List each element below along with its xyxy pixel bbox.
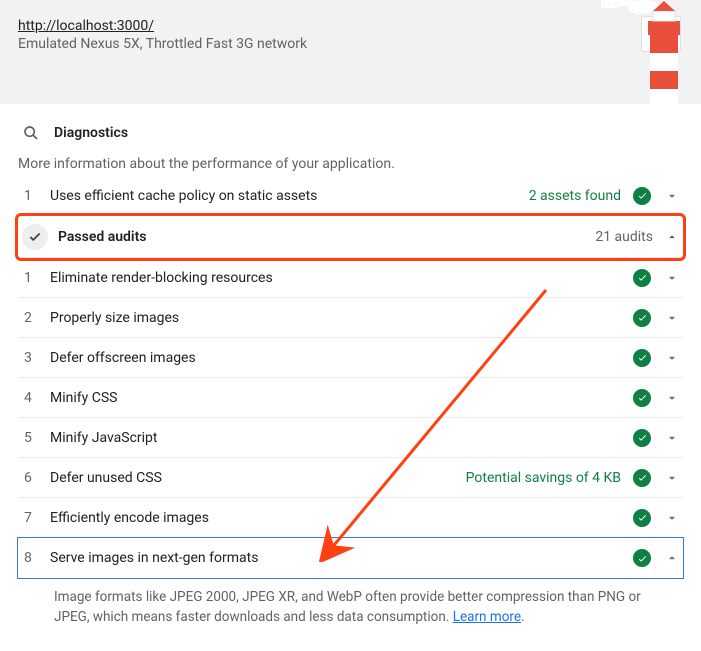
item-index: 7 [22, 510, 50, 526]
checkmark-icon [22, 224, 48, 250]
passed-item[interactable]: 5 Minify JavaScript [18, 418, 683, 458]
report-header: http://localhost:3000/ Emulated Nexus 5X… [0, 0, 701, 104]
pass-check-icon [633, 349, 651, 367]
item-label: Serve images in next-gen formats [50, 550, 633, 566]
chevron-down-icon [665, 511, 679, 525]
magnifier-icon [18, 120, 44, 146]
share-icon [652, 25, 670, 43]
pass-check-icon [633, 309, 651, 327]
item-label: Properly size images [50, 310, 633, 326]
passed-item-expanded[interactable]: 8 Serve images in next-gen formats [18, 538, 683, 578]
chevron-up-icon [665, 551, 679, 565]
pass-check-icon [633, 469, 651, 487]
passed-item[interactable]: 1 Eliminate render-blocking resources [18, 258, 683, 298]
item-extra: Potential savings of 4 KB [466, 470, 621, 486]
item-label: Defer unused CSS [50, 470, 466, 486]
passed-item[interactable]: 3 Defer offscreen images [18, 338, 683, 378]
chevron-down-icon [665, 311, 679, 325]
item-index: 1 [22, 188, 50, 204]
passed-audits-count: 21 audits [595, 229, 653, 245]
passed-item[interactable]: 2 Properly size images [18, 298, 683, 338]
audit-detail-description: Image formats like JPEG 2000, JPEG XR, a… [18, 578, 683, 637]
passed-audits-title: Passed audits [58, 229, 595, 245]
diagnostics-subtitle: More information about the performance o… [18, 156, 683, 172]
pass-check-icon [633, 269, 651, 287]
passed-item[interactable]: 6 Defer unused CSS Potential savings of … [18, 458, 683, 498]
learn-more-link[interactable]: Learn more [453, 609, 521, 625]
item-label: Uses efficient cache policy on static as… [50, 188, 529, 204]
passed-audits-header[interactable]: Passed audits 21 audits [18, 216, 683, 258]
tested-url[interactable]: http://localhost:3000/ [18, 18, 683, 34]
item-label: Eliminate render-blocking resources [50, 270, 633, 286]
pass-check-icon [633, 187, 651, 205]
item-label: Defer offscreen images [50, 350, 633, 366]
item-index: 1 [22, 270, 50, 286]
pass-check-icon [633, 549, 651, 567]
pass-check-icon [633, 389, 651, 407]
item-index: 2 [22, 310, 50, 326]
pass-check-icon [633, 429, 651, 447]
diagnostics-header: Diagnostics [18, 104, 683, 152]
chevron-down-icon [665, 271, 679, 285]
item-index: 5 [22, 430, 50, 446]
passed-item[interactable]: 4 Minify CSS [18, 378, 683, 418]
diagnostics-section: Diagnostics More information about the p… [0, 104, 701, 647]
item-index: 6 [22, 470, 50, 486]
detail-text: Image formats like JPEG 2000, JPEG XR, a… [54, 589, 641, 625]
item-index: 3 [22, 350, 50, 366]
item-index: 8 [22, 550, 50, 566]
chevron-down-icon [665, 391, 679, 405]
share-button[interactable] [641, 16, 681, 52]
pass-check-icon [633, 509, 651, 527]
chevron-down-icon [665, 189, 679, 203]
item-index: 4 [22, 390, 50, 406]
item-label: Efficiently encode images [50, 510, 633, 526]
item-extra: 2 assets found [529, 188, 621, 204]
passed-item[interactable]: 7 Efficiently encode images [18, 498, 683, 538]
chevron-down-icon [665, 351, 679, 365]
chevron-up-icon [665, 230, 679, 244]
item-label: Minify JavaScript [50, 430, 633, 446]
diagnostics-item[interactable]: 1 Uses efficient cache policy on static … [18, 176, 683, 216]
item-label: Minify CSS [50, 390, 633, 406]
chevron-down-icon [665, 431, 679, 445]
diagnostics-title: Diagnostics [54, 125, 128, 141]
chevron-down-icon [665, 471, 679, 485]
environment-note: Emulated Nexus 5X, Throttled Fast 3G net… [18, 36, 683, 52]
